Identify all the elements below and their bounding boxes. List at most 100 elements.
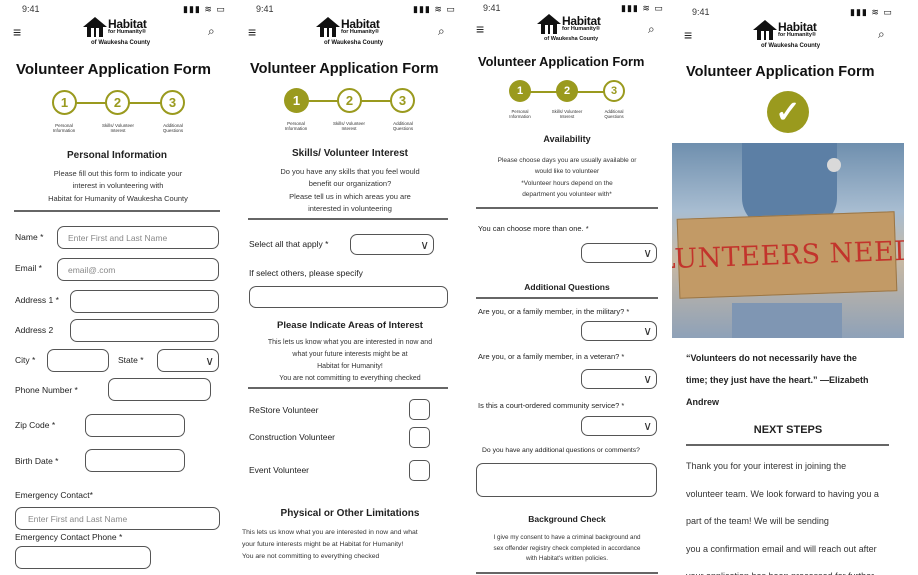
skills-select[interactable]: ∨ — [350, 234, 434, 255]
page-title: Volunteer Application Form — [478, 54, 645, 69]
emergency-phone-input[interactable] — [15, 546, 151, 569]
habitat-logo[interactable]: Habitat for Humanity® — [315, 16, 380, 38]
page-title: Volunteer Application Form — [16, 61, 212, 78]
veteran-question: Are you, or a family member, in a vetera… — [478, 352, 625, 361]
quote-text: “Volunteers do not necessarily have the t… — [686, 353, 869, 407]
zip-input[interactable] — [85, 414, 185, 437]
court-question: Is this a court-ordered community servic… — [478, 401, 625, 410]
name-label: Name * — [15, 232, 44, 242]
birthdate-input[interactable] — [85, 449, 185, 472]
address1-label: Address 1 * — [15, 295, 59, 305]
state-label: State * — [118, 355, 144, 365]
emergency-contact-input[interactable]: Enter First and Last Name — [15, 507, 220, 530]
volunteers-needed-photo: VOLUNTEERS NEEDED — [672, 143, 904, 338]
habitat-logo[interactable]: Habitat for Humanity® — [536, 13, 601, 35]
step-1-label: Personal Information — [284, 121, 308, 131]
divider — [14, 210, 220, 212]
step-1-indicator: 1 — [52, 90, 77, 115]
status-time: 9:41 — [256, 4, 274, 14]
step-2-label: Skills/ Volunteer Interest — [332, 121, 366, 131]
areas-intro: This lets us know what you are intereste… — [267, 339, 433, 382]
divider — [248, 218, 448, 220]
name-input[interactable]: Enter First and Last Name — [57, 226, 219, 249]
divider — [476, 297, 658, 299]
event-checkbox[interactable] — [409, 460, 430, 481]
step-2-label: Skills/ Volunteer Interest — [551, 109, 583, 119]
screen-personal-information: 9:41 ▮▮▮ ≋ ▭ ≡ Habitat for Humanity® of … — [0, 0, 234, 575]
areas-title: Please Indicate Areas of Interest — [277, 320, 423, 331]
construction-checkbox[interactable] — [409, 427, 430, 448]
phone-input[interactable] — [108, 378, 211, 401]
select-all-label: Select all that apply * — [249, 239, 329, 249]
divider — [686, 444, 889, 446]
limits-intro: This lets us know what you are intereste… — [242, 529, 418, 560]
chevron-down-icon: ∨ — [643, 372, 652, 386]
email-input[interactable]: email@.com — [57, 258, 219, 281]
section-title: Skills/ Volunteer Interest — [292, 148, 408, 159]
intro-text: Do you have any skills that you feel wou… — [280, 167, 420, 214]
search-icon[interactable]: ⌕ — [438, 24, 445, 39]
address1-input[interactable] — [70, 290, 219, 313]
step-2-label: Skills/ Volunteer Interest — [101, 123, 135, 133]
logo-line3: of Waukesha County — [544, 36, 599, 42]
choose-label: You can choose more than one. * — [478, 224, 589, 233]
emergency-contact-label: Emergency Contact* — [15, 490, 93, 500]
page-title: Volunteer Application Form — [250, 61, 439, 77]
step-2-indicator: 2 — [337, 88, 362, 113]
screen-skills-interest: 9:41 ▮▮▮ ≋ ▭ ≡ Habitat for Humanity® of … — [236, 0, 464, 575]
city-input[interactable] — [47, 349, 109, 372]
menu-icon[interactable]: ≡ — [684, 27, 692, 43]
menu-icon[interactable]: ≡ — [13, 24, 21, 40]
logo-line2: for Humanity® — [108, 29, 146, 36]
emergency-phone-label: Emergency Contact Phone * — [15, 532, 123, 542]
veteran-select[interactable]: ∨ — [581, 369, 657, 389]
background-intro: I give my consent to have a criminal bac… — [493, 534, 641, 563]
availability-select[interactable]: ∨ — [581, 243, 657, 263]
menu-icon[interactable]: ≡ — [248, 24, 256, 40]
status-icons: ▮▮▮ ≋ ▭ — [183, 4, 226, 14]
logo-line2: for Humanity® — [562, 26, 600, 33]
search-icon[interactable]: ⌕ — [208, 24, 215, 39]
others-label: If select others, please specify — [249, 268, 363, 278]
badge-pin — [827, 158, 841, 172]
search-icon[interactable]: ⌕ — [878, 27, 885, 42]
logo-line3: of Waukesha County — [324, 40, 384, 46]
limits-title: Physical or Other Limitations — [280, 508, 420, 519]
logo-line3: of Waukesha County — [91, 40, 151, 46]
divider — [476, 207, 658, 209]
screen-confirmation: 9:41 ▮▮▮ ≋ ▭ ≡ Habitat for Humanity® of … — [672, 0, 906, 575]
step-3-indicator: 3 — [390, 88, 415, 113]
habitat-logo[interactable]: Habitat for Humanity® — [82, 16, 147, 38]
next-steps-title: NEXT STEPS — [753, 424, 823, 436]
step-3-indicator: 3 — [160, 90, 185, 115]
status-time: 9:41 — [22, 4, 40, 14]
search-icon[interactable]: ⌕ — [648, 22, 655, 37]
option-construction-label: Construction Volunteer — [249, 432, 335, 442]
divider — [248, 387, 448, 389]
comments-textarea[interactable] — [476, 463, 657, 497]
city-label: City * — [15, 355, 36, 365]
state-select[interactable]: ∨ — [157, 349, 219, 372]
house-icon — [315, 16, 341, 38]
address2-label: Address 2 — [15, 325, 54, 335]
logo-line3: of Waukesha County — [761, 43, 821, 49]
status-icons: ▮▮▮ ≋ ▭ — [621, 3, 664, 13]
step-3-label: Additional Questions — [604, 109, 624, 119]
court-select[interactable]: ∨ — [581, 416, 657, 436]
menu-icon[interactable]: ≡ — [476, 21, 484, 37]
habitat-logo[interactable]: Habitat for Humanity® — [752, 19, 817, 41]
step-3-label: Additional Questions — [162, 123, 184, 133]
background-title: Background Check — [528, 514, 606, 524]
step-3-label: Additional Questions — [392, 121, 414, 131]
volunteers-needed-sign: VOLUNTEERS NEEDED — [672, 211, 904, 299]
military-select[interactable]: ∨ — [581, 321, 657, 341]
restore-checkbox[interactable] — [409, 399, 430, 420]
status-time: 9:41 — [692, 7, 710, 17]
logo-line2: for Humanity® — [778, 32, 816, 39]
step-1-indicator: 1 — [509, 80, 531, 102]
option-restore-label: ReStore Volunteer — [249, 405, 319, 415]
others-input[interactable] — [249, 286, 448, 308]
address2-input[interactable] — [70, 319, 219, 342]
step-3-indicator: 3 — [603, 80, 625, 102]
availability-intro: Please choose days you are usually avail… — [497, 157, 637, 199]
